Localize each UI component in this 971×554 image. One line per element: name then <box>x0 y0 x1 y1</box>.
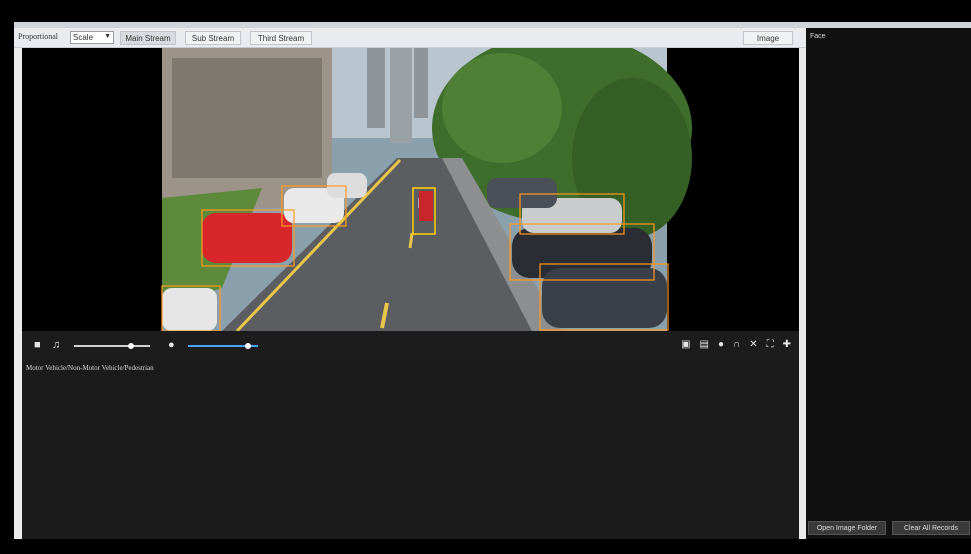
tab-main-stream[interactable]: Main Stream <box>120 31 176 45</box>
headset-icon[interactable]: ∩ <box>733 340 740 350</box>
tab-label: Main Stream <box>125 33 171 43</box>
tab-label: Sub Stream <box>191 33 235 43</box>
pdf-icon[interactable]: ✕ <box>749 340 757 350</box>
player-controls: ■ ♫ ● ▣ ▤ ● ∩ ✕ ⛶ ✚ <box>22 331 799 360</box>
camera-frame <box>162 48 692 331</box>
open-image-folder-button[interactable]: Open Image Folder <box>808 521 886 535</box>
detection-types-label: Motor Vehicle/Non-Motor Vehicle/Pedestri… <box>26 364 154 372</box>
record-icon[interactable]: ▤ <box>700 340 709 350</box>
ratio-select-value: Scale <box>73 33 94 42</box>
clear-all-records-button[interactable]: Clear All Records <box>892 521 970 535</box>
video-view[interactable] <box>22 48 799 331</box>
clear-all-records-label: Clear All Records <box>903 524 959 532</box>
face-panel: Face Open Image Folder Clear All Records <box>806 28 971 539</box>
mic-slider-knob[interactable] <box>244 343 251 349</box>
image-button[interactable]: Image <box>743 31 793 45</box>
camera-feed <box>22 48 799 331</box>
left-edge <box>0 0 14 554</box>
tab-sub-stream[interactable]: Sub Stream <box>185 31 241 45</box>
ptz-icon[interactable]: ✚ <box>783 340 791 350</box>
ratio-select[interactable]: Scale ▼ <box>70 31 114 44</box>
volume-slider-knob[interactable] <box>128 343 134 349</box>
player-right-icons: ▣ ▤ ● ∩ ✕ ⛶ ✚ <box>681 340 791 350</box>
speaker-icon[interactable]: ♫ <box>52 340 60 351</box>
snapshot-icon[interactable]: ▣ <box>681 340 690 350</box>
stop-icon[interactable]: ■ <box>34 340 41 351</box>
app-frame: Proportional Scale ▼ Main Stream Sub Str… <box>14 22 971 539</box>
mic-icon[interactable]: ● <box>718 340 724 350</box>
volume-slider-track[interactable] <box>74 345 150 347</box>
microphone-icon[interactable]: ● <box>168 340 175 351</box>
tab-label: Third Stream <box>257 33 305 43</box>
chevron-down-icon: ▼ <box>104 33 111 40</box>
fullscreen-icon[interactable]: ⛶ <box>767 340 774 350</box>
bottom-bar <box>0 539 971 554</box>
ratio-label: Proportional <box>18 32 58 41</box>
open-image-folder-label: Open Image Folder <box>816 524 878 532</box>
stream-toolbar: Proportional Scale ▼ Main Stream Sub Str… <box>14 28 806 48</box>
detection-results-panel: Motor Vehicle/Non-Motor Vehicle/Pedestri… <box>22 360 799 539</box>
live-view-panel: Proportional Scale ▼ Main Stream Sub Str… <box>14 28 806 539</box>
tab-third-stream[interactable]: Third Stream <box>250 31 312 45</box>
face-panel-title: Face <box>810 33 826 40</box>
image-button-label: Image <box>756 33 780 43</box>
